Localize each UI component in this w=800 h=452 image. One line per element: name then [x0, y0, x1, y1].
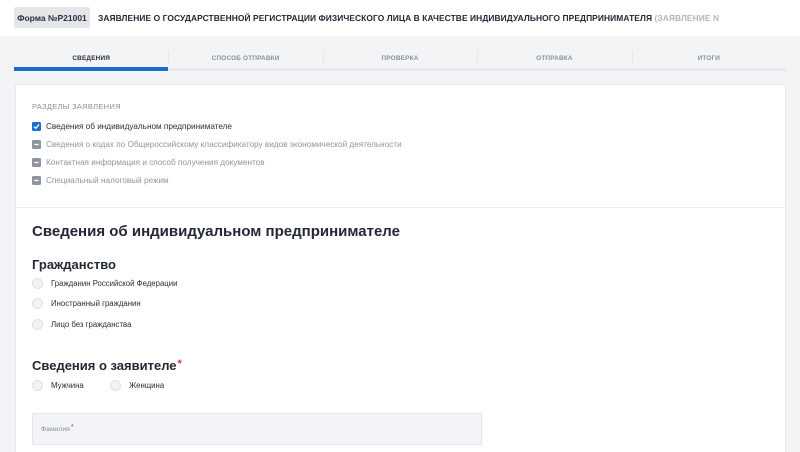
tab-itogi[interactable]: ИТОГИ — [631, 45, 787, 71]
radio-circle-icon — [32, 298, 43, 309]
applicant-heading-text: Сведения о заявителе — [32, 358, 177, 373]
radio-circle-icon — [110, 380, 121, 391]
application-title: ЗАЯВЛЕНИЕ О ГОСУДАРСТВЕННОЙ РЕГИСТРАЦИИ … — [98, 13, 653, 23]
section-checkbox-individual-entrepreneur[interactable]: Сведения об индивидуальном предпринимате… — [32, 120, 232, 132]
tab-indicator — [14, 67, 169, 71]
section-label: Контактная информация и способ получения… — [46, 157, 265, 167]
radio-circle-icon — [32, 380, 43, 391]
applicant-heading: Сведения о заявителе* — [32, 358, 182, 373]
tab-svedeniya[interactable]: СВЕДЕНИЯ — [14, 45, 169, 71]
application-form-card: РАЗДЕЛЫ ЗАЯВЛЕНИЯ Сведения об индивидуал… — [15, 84, 786, 452]
surname-field-label: Фамилия* — [41, 424, 74, 433]
page-header: Форма №Р21001 ЗАЯВЛЕНИЕ О ГОСУДАРСТВЕННО… — [0, 0, 800, 36]
tab-indicator — [477, 68, 632, 71]
radio-label: Лицо без гражданства — [51, 320, 132, 329]
radio-circle-icon — [32, 319, 43, 330]
step-tabs: СВЕДЕНИЯ СПОСОБ ОТПРАВКИ ПРОВЕРКА ОТПРАВ… — [14, 45, 787, 71]
checkbox-indeterminate-icon — [32, 175, 41, 185]
tab-label: ОТПРАВКА — [536, 54, 573, 62]
radio-stateless[interactable]: Лицо без гражданства — [32, 319, 131, 330]
tab-label: СПОСОБ ОТПРАВКИ — [211, 54, 280, 62]
section-checkbox-okved-codes[interactable]: Сведения о кодах по Общероссийскому клас… — [32, 138, 402, 150]
radio-gender-female[interactable]: Женщина — [110, 380, 164, 391]
surname-field[interactable]: Фамилия* — [32, 413, 482, 445]
checkbox-indeterminate-icon — [32, 139, 41, 149]
tab-otpravka[interactable]: ОТПРАВКА — [477, 45, 632, 71]
required-mark: * — [177, 358, 182, 370]
tab-label: ПРОВЕРКА — [381, 54, 419, 62]
tab-indicator — [322, 68, 478, 71]
radio-label: Гражданин Российской Федерации — [51, 279, 178, 288]
radio-circle-icon — [32, 278, 43, 289]
page-title: ЗАЯВЛЕНИЕ О ГОСУДАРСТВЕННОЙ РЕГИСТРАЦИИ … — [98, 13, 719, 23]
tab-sposob-otpravki[interactable]: СПОСОБ ОТПРАВКИ — [168, 45, 323, 71]
radio-gender-male[interactable]: Мужчина — [32, 380, 84, 391]
radio-label: Женщина — [129, 381, 165, 390]
section-label: Сведения об индивидуальном предпринимате… — [46, 121, 232, 131]
sections-heading: РАЗДЕЛЫ ЗАЯВЛЕНИЯ — [32, 102, 121, 111]
required-mark: * — [70, 424, 74, 431]
surname-label-text: Фамилия — [41, 426, 70, 433]
section-checkbox-contact-info[interactable]: Контактная информация и способ получения… — [32, 156, 265, 168]
application-number-label: (ЗАЯВЛЕНИЕ N — [654, 13, 720, 23]
section-label: Сведения о кодах по Общероссийскому клас… — [46, 139, 402, 149]
tab-label: СВЕДЕНИЯ — [72, 54, 111, 62]
section-label: Специальный налоговый режим — [46, 175, 169, 185]
radio-citizen-rf[interactable]: Гражданин Российской Федерации — [32, 278, 177, 289]
section-divider — [16, 207, 785, 208]
checkbox-indeterminate-icon — [32, 157, 41, 167]
form-number-badge: Форма №Р21001 — [14, 7, 90, 28]
tab-proverka[interactable]: ПРОВЕРКА — [322, 45, 478, 71]
form-section-heading: Сведения об индивидуальном предпринимате… — [32, 223, 400, 240]
radio-label: Иностранный гражданин — [51, 299, 141, 308]
radio-label: Мужчина — [51, 381, 84, 390]
tab-label: ИТОГИ — [697, 54, 721, 62]
section-checkbox-tax-regime[interactable]: Специальный налоговый режим — [32, 174, 169, 186]
tab-indicator — [631, 68, 787, 71]
radio-foreign-citizen[interactable]: Иностранный гражданин — [32, 298, 141, 309]
checkbox-checked-icon — [32, 121, 41, 131]
citizenship-heading: Гражданство — [32, 257, 116, 272]
tab-indicator — [168, 68, 323, 71]
